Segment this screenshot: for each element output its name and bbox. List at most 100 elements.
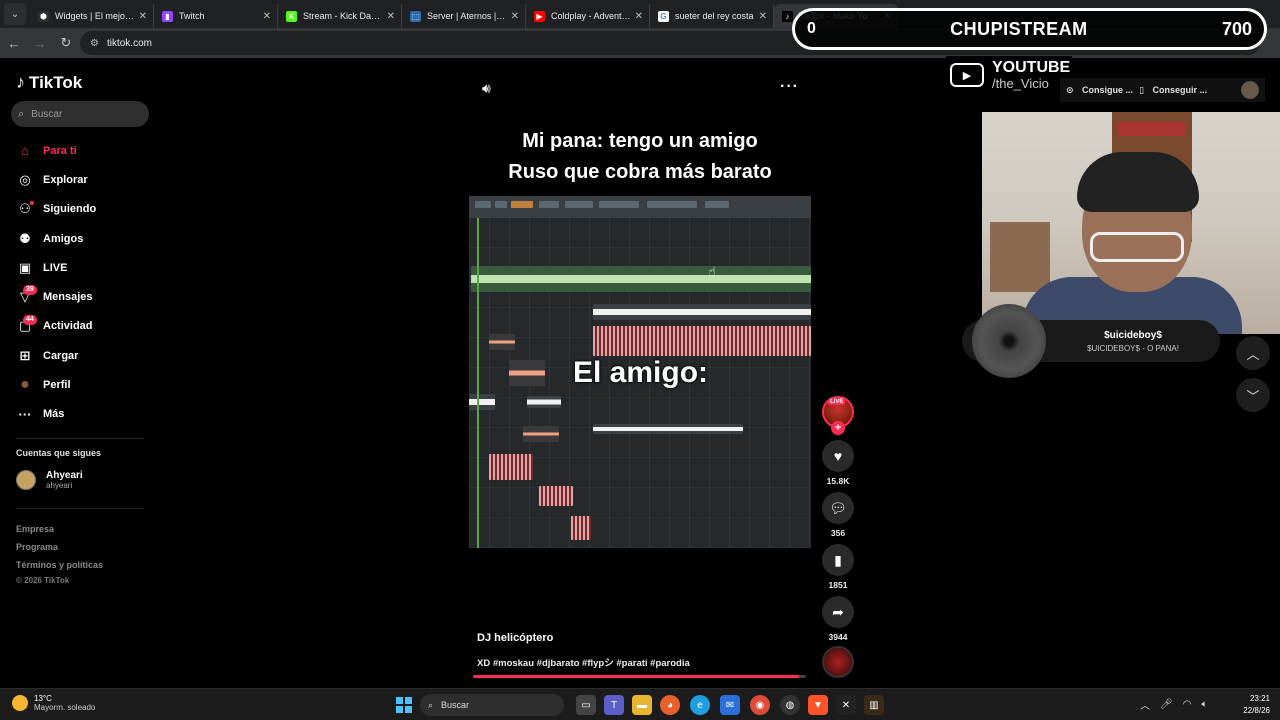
footer-link-terminos[interactable]: Términos y políticas bbox=[16, 556, 103, 574]
weather-desc: Mayorm. soleado bbox=[34, 703, 96, 712]
search-input[interactable] bbox=[31, 108, 132, 120]
stream-counter-overlay: 0 CHUPISTREAM 700 bbox=[792, 8, 1267, 50]
sidebar-item-actividad[interactable]: ▢ Actividad 44 bbox=[16, 312, 156, 341]
video-hashtags[interactable]: XD #moskau #djbarato #flypシ #parati #par… bbox=[477, 655, 690, 669]
forward-icon[interactable]: → bbox=[28, 31, 52, 55]
sidebar-item-label: Para ti bbox=[43, 144, 77, 157]
like-button[interactable]: ♥ bbox=[822, 440, 854, 472]
video-caption: Mi pana: tengo un amigo Ruso que cobra m… bbox=[469, 126, 811, 188]
sidebar-item-para-ti[interactable]: ⌂ Para ti bbox=[16, 136, 156, 165]
obs-icon[interactable]: ◍ bbox=[780, 695, 800, 715]
next-video-button[interactable]: ﹀ bbox=[1236, 378, 1270, 412]
tab-close-icon[interactable]: ✕ bbox=[759, 11, 767, 22]
tab-favicon-icon: ⬢ bbox=[38, 10, 49, 22]
mic-icon[interactable]: 🎤︎ bbox=[1160, 699, 1173, 710]
sidebar-item-explorar[interactable]: ◎ Explorar bbox=[16, 165, 156, 194]
prev-video-button[interactable]: ︿ bbox=[1236, 336, 1270, 370]
footer-link-empresa[interactable]: Empresa bbox=[16, 520, 103, 538]
brave-icon[interactable]: ▼ bbox=[808, 695, 828, 715]
clock-time: 23:21 bbox=[1249, 694, 1270, 703]
footer-link-programa[interactable]: Programa bbox=[16, 538, 103, 556]
webcam-overlay bbox=[982, 112, 1280, 334]
save-count: 1851 bbox=[828, 580, 848, 590]
wifi-icon[interactable]: ◠ bbox=[1183, 699, 1192, 710]
sidebar-item-m-s[interactable]: ··· Más bbox=[16, 400, 156, 429]
sidebar-item-label: Explorar bbox=[43, 173, 88, 186]
search-icon: ⌕ bbox=[428, 699, 434, 710]
friends-icon: ⚉ bbox=[19, 230, 31, 246]
capcut-icon[interactable]: ✕ bbox=[836, 695, 856, 715]
sound-disc-avatar[interactable] bbox=[822, 646, 854, 678]
clock[interactable]: 23:21 22/8/26 bbox=[1218, 693, 1270, 717]
clip-white bbox=[469, 394, 495, 410]
tab-close-icon[interactable]: ✕ bbox=[263, 11, 271, 22]
vinyl-disc-icon bbox=[972, 304, 1046, 378]
tab-close-icon[interactable]: ✕ bbox=[139, 11, 147, 22]
tiktok-logo[interactable]: ♪ TikTok bbox=[16, 72, 82, 93]
firefox-icon[interactable]: ◕ bbox=[660, 695, 680, 715]
get-coins-button[interactable]: ⊙ Consigue ... bbox=[1066, 85, 1133, 96]
save-button[interactable]: ▮ bbox=[822, 544, 854, 576]
site-info-icon[interactable]: ⚙ bbox=[90, 38, 99, 49]
screen: ⌄ ⬢ Widgets | El mejor sc ✕ ▮ Twitch ✕ K Stream… bbox=[0, 0, 1280, 720]
volume-icon[interactable]: 🔊︎ bbox=[482, 80, 491, 97]
more-options-icon[interactable]: ··· bbox=[780, 78, 799, 96]
tab-search-icon[interactable]: ⌄ bbox=[4, 3, 26, 25]
tab-strip: ⬢ Widgets | El mejor sc ✕ ▮ Twitch ✕ K Stream -… bbox=[30, 4, 898, 28]
video-player[interactable]: El amigo: bbox=[469, 196, 811, 548]
speaker-icon[interactable]: 🔈︎ bbox=[1201, 699, 1207, 710]
sidebar-item-siguiendo[interactable]: ⚇ Siguiendo bbox=[16, 195, 156, 224]
taskbar-search-label: Buscar bbox=[441, 700, 470, 710]
share-arrow-icon: ➦ bbox=[832, 603, 844, 620]
comment-button[interactable]: 💬︎ bbox=[822, 492, 854, 524]
clip-white bbox=[593, 424, 743, 434]
mail-icon[interactable]: ✉ bbox=[720, 695, 740, 715]
sidebar-item-mensajes[interactable]: ▽ Mensajes 39 bbox=[16, 282, 156, 311]
browser-tab[interactable]: K Stream - Kick Dashbo ✕ bbox=[278, 4, 402, 28]
browser-tab[interactable]: Gsueter del rey costa ✕ bbox=[650, 4, 774, 28]
weather-widget[interactable]: 13°C Mayorm. soleado bbox=[12, 694, 95, 712]
search-box[interactable]: ⌕ bbox=[11, 101, 149, 127]
browser-tab[interactable]: ⬚ Server | Aternos | Fre ✕ bbox=[402, 4, 526, 28]
video-progress[interactable] bbox=[473, 675, 806, 678]
share-button[interactable]: ➦ bbox=[822, 596, 854, 628]
back-icon[interactable]: ← bbox=[2, 31, 26, 55]
browser-tab[interactable]: ▶ Coldplay - Adventure ✕ bbox=[526, 4, 650, 28]
video-author[interactable]: DJ helicóptero bbox=[477, 632, 553, 644]
sidebar-item-label: Perfil bbox=[43, 379, 71, 392]
task-view-icon[interactable]: ▭ bbox=[576, 695, 596, 715]
tiktok-header-actions: ⊙ Consigue ... ▯ Conseguir ... bbox=[1060, 78, 1265, 102]
edge-icon[interactable]: e bbox=[690, 695, 710, 715]
compass-icon: ◎ bbox=[19, 171, 31, 187]
sidebar-item-cargar[interactable]: ⊞ Cargar bbox=[16, 341, 156, 370]
browser-tab[interactable]: ▮ Twitch ✕ bbox=[154, 4, 278, 28]
taskbar-search[interactable]: ⌕ Buscar bbox=[420, 694, 564, 716]
app-icon[interactable]: ▥ bbox=[864, 695, 884, 715]
windows-start-icon[interactable] bbox=[396, 697, 412, 713]
follow-plus-icon[interactable]: + bbox=[831, 421, 845, 435]
browser-tab[interactable]: ⬢ Widgets | El mejor sc ✕ bbox=[30, 4, 154, 28]
chrome-icon[interactable]: ◉ bbox=[750, 695, 770, 715]
tab-title: sueter del rey costa bbox=[675, 11, 754, 21]
sidebar-item-amigos[interactable]: ⚉ Amigos bbox=[16, 224, 156, 253]
sidebar-item-perfil[interactable]: ● Perfil bbox=[16, 370, 156, 399]
file-explorer-icon[interactable]: ▬ bbox=[632, 695, 652, 715]
following-header: Cuentas que sigues bbox=[16, 448, 102, 458]
tab-close-icon[interactable]: ✕ bbox=[511, 11, 519, 22]
tab-favicon-icon: G bbox=[658, 10, 669, 22]
reload-icon[interactable]: ↻ bbox=[54, 31, 78, 55]
sidebar-divider bbox=[16, 438, 144, 439]
tray-overflow-icon[interactable]: ︿ bbox=[1140, 697, 1150, 712]
following-account[interactable]: Ahyeari ahyeari bbox=[16, 470, 83, 490]
more-dots-icon: ··· bbox=[18, 406, 32, 422]
clip-pink bbox=[489, 454, 533, 480]
teams-icon[interactable]: T bbox=[604, 695, 624, 715]
user-avatar[interactable] bbox=[1241, 81, 1259, 99]
clip-orange bbox=[523, 426, 559, 442]
tab-favicon-icon: ⬚ bbox=[410, 10, 421, 22]
live-badge: LIVE bbox=[828, 399, 846, 405]
sidebar-item-live[interactable]: ▣ LIVE bbox=[16, 253, 156, 282]
tab-close-icon[interactable]: ✕ bbox=[635, 11, 643, 22]
get-app-button[interactable]: ▯ Conseguir ... bbox=[1139, 85, 1207, 96]
tab-close-icon[interactable]: ✕ bbox=[387, 11, 395, 22]
